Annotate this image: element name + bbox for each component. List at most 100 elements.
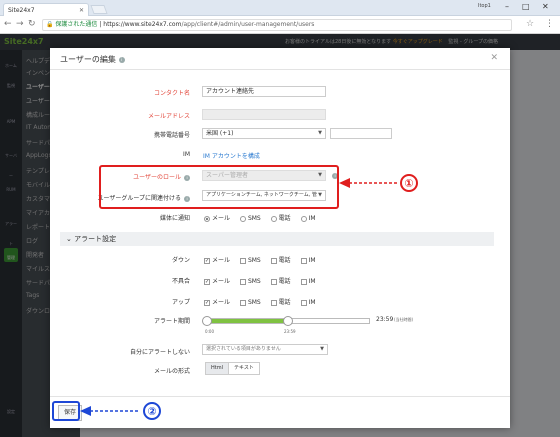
checkbox-icon <box>300 299 307 306</box>
email-input <box>202 109 326 120</box>
format-text-option[interactable]: テキスト <box>229 363 259 374</box>
mail-format-toggle: Html テキスト <box>205 362 260 375</box>
address-bar: ← → ↻ 🔒 保護された通信 | https://www.site24x7.c… <box>0 16 560 34</box>
bookmark-star-icon[interactable]: ☆ <box>526 19 534 29</box>
mobile-label: 携帯電話番号 <box>153 132 190 139</box>
slider-tick-start: 0:00 <box>205 329 214 334</box>
annotation-number-1: ① <box>400 174 418 192</box>
chevron-down-icon: ⌄ <box>66 235 75 243</box>
alert-period-slider[interactable] <box>202 316 370 326</box>
close-tab-icon[interactable]: ✕ <box>79 7 84 14</box>
alert-up-label: アップ <box>171 299 190 306</box>
alert-up-im[interactable]: IM <box>300 299 316 306</box>
notify-option-im[interactable]: IM <box>300 215 316 222</box>
edit-user-modal: ユーザーの編集 i ✕ コンタクト名 アカウント連絡先 メールアドレス 携帯電話番… <box>50 48 510 428</box>
close-modal-icon[interactable]: ✕ <box>490 53 498 63</box>
im-label: IM <box>183 151 190 158</box>
slider-start-handle[interactable] <box>202 316 212 326</box>
chevron-down-icon: ▼ <box>320 346 324 352</box>
alert-trouble-im[interactable]: IM <box>300 278 316 285</box>
browser-titlebar: Site24x7 ✕ Itop1 – □ ✕ <box>0 0 560 16</box>
tab-title: Site24x7 <box>8 7 35 14</box>
alert-up-sms[interactable]: SMS <box>239 299 261 306</box>
alert-period-end: 23:59 <box>376 316 394 323</box>
checkbox-icon <box>300 278 307 285</box>
alert-period-tz: (当社時間) <box>394 317 414 322</box>
alert-trouble-phone[interactable]: 電話 <box>270 278 291 285</box>
checkbox-icon <box>270 278 277 285</box>
notify-medium-label: 媒体に通知 <box>159 215 190 222</box>
checkbox-icon <box>239 257 246 264</box>
alert-down-phone[interactable]: 電話 <box>270 257 291 264</box>
alert-down-label: ダウン <box>171 257 190 264</box>
url-host: https://www.site24x7.com <box>103 21 182 28</box>
alert-trouble-options: ✓ メール SMS 電話 IM <box>204 276 324 285</box>
slider-tick-end: 23:59 <box>284 329 296 334</box>
slider-end-handle[interactable] <box>283 316 293 326</box>
radio-icon <box>270 215 277 222</box>
dnd-label: 自分にアラートしない <box>129 349 190 356</box>
checkbox-icon <box>300 257 307 264</box>
country-code-select[interactable]: 米国 (+1) ▼ <box>202 128 326 139</box>
minimize-icon[interactable]: – <box>505 2 509 11</box>
browser-tab[interactable]: Site24x7 ✕ <box>3 3 89 16</box>
checkbox-checked-icon: ✓ <box>204 299 210 306</box>
chevron-down-icon: ▼ <box>318 130 322 136</box>
slider-fill <box>206 319 286 323</box>
reload-icon[interactable]: ↻ <box>28 19 36 29</box>
alert-down-sms[interactable]: SMS <box>239 257 261 264</box>
dnd-select[interactable]: 選択されている項目がありません ▼ <box>202 344 328 355</box>
alert-period-label: アラート期間 <box>153 318 190 325</box>
alert-trouble-email[interactable]: ✓ メール <box>204 278 230 285</box>
annotation-number-2: ② <box>143 402 161 420</box>
checkbox-icon <box>239 299 246 306</box>
dnd-placeholder: 選択されている項目がありません <box>206 346 281 352</box>
maximize-icon[interactable]: □ <box>522 2 530 11</box>
configure-im-link[interactable]: IM アカウントを構成 <box>203 151 260 160</box>
checkbox-checked-icon: ✓ <box>204 257 210 264</box>
contact-name-label: コンタクト名 <box>153 90 190 97</box>
alert-trouble-label: 不具合 <box>171 278 190 285</box>
url-input[interactable]: 🔒 保護された通信 | https://www.site24x7.com/app… <box>42 19 512 31</box>
alert-settings-section[interactable]: ⌄ アラート設定 <box>60 232 494 246</box>
annotation-box-save <box>52 401 80 421</box>
checkbox-icon <box>270 299 277 306</box>
modal-header: ユーザーの編集 i ✕ <box>50 48 510 70</box>
radio-icon <box>204 215 210 222</box>
lock-icon: 🔒 <box>46 21 54 28</box>
notify-medium-options: メール SMS 電話 IM <box>204 213 324 222</box>
format-html-option[interactable]: Html <box>206 363 229 374</box>
new-tab-button[interactable] <box>90 5 108 14</box>
mail-format-label: メールの形式 <box>153 368 190 375</box>
alert-up-phone[interactable]: 電話 <box>270 299 291 306</box>
contact-name-input[interactable]: アカウント連絡先 <box>202 86 326 97</box>
modal-title: ユーザーの編集 i <box>60 54 125 65</box>
browser-menu-icon[interactable]: ⋮ <box>545 19 554 29</box>
alert-down-im[interactable]: IM <box>300 257 316 264</box>
back-icon[interactable]: ← <box>4 19 12 29</box>
alert-down-options: ✓ メール SMS 電話 IM <box>204 255 324 264</box>
browser-user[interactable]: Itop1 <box>478 3 491 9</box>
close-window-icon[interactable]: ✕ <box>542 2 549 11</box>
annotation-arrow-2 <box>80 406 140 416</box>
annotation-box-role-group <box>99 165 339 209</box>
alert-trouble-sms[interactable]: SMS <box>239 278 261 285</box>
checkbox-icon <box>239 278 246 285</box>
alert-settings-title: アラート設定 <box>74 235 117 243</box>
email-label: メールアドレス <box>147 113 190 120</box>
alert-up-email[interactable]: ✓ メール <box>204 299 230 306</box>
annotation-arrow-1 <box>339 178 397 188</box>
notify-option-email[interactable]: メール <box>204 215 230 222</box>
forward-icon[interactable]: → <box>16 19 24 29</box>
notify-option-sms[interactable]: SMS <box>239 215 261 222</box>
info-icon: i <box>118 56 125 63</box>
secure-label: 保護された通信 <box>55 21 98 28</box>
checkbox-checked-icon: ✓ <box>204 278 210 285</box>
checkbox-icon <box>270 257 277 264</box>
alert-down-email[interactable]: ✓ メール <box>204 257 230 264</box>
alert-up-options: ✓ メール SMS 電話 IM <box>204 297 324 306</box>
radio-icon <box>300 215 307 222</box>
mobile-number-input[interactable] <box>330 128 392 139</box>
radio-icon <box>239 215 246 222</box>
notify-option-phone[interactable]: 電話 <box>270 215 291 222</box>
